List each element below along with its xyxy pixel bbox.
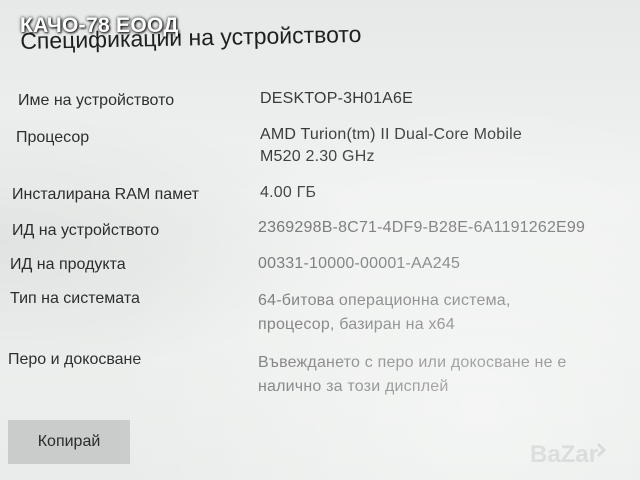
spec-label-system-type: Тип на системата <box>10 290 140 307</box>
spec-value-system-type-line2[interactable]: процесор, базиран на x64 <box>258 314 455 336</box>
spec-label-ram: Инсталирана RAM памет <box>12 186 199 203</box>
spec-value-processor-line2[interactable]: M520 2.30 GHz <box>260 146 375 168</box>
spec-value-ram[interactable]: 4.00 ГБ <box>260 182 316 204</box>
spec-label-processor: Процесор <box>16 129 90 146</box>
spec-value-pen-touch-line1[interactable]: Въвеждането с перо или докосване не е <box>258 352 566 374</box>
spec-label-device-id: ИД на устройството <box>12 222 160 239</box>
specs-table: Име на устройството DESKTOP-3H01A6E Проц… <box>0 0 640 480</box>
bazar-logo-icon: BaZar <box>528 436 632 472</box>
spec-value-device-id[interactable]: 2369298B-8C71-4DF9-B28E-6A1191262E99 <box>258 217 585 239</box>
spec-value-product-id[interactable]: 00331-10000-00001-AA245 <box>258 253 460 275</box>
bazar-logo-mark <box>596 442 607 458</box>
spec-value-pen-touch-line2[interactable]: налично за този дисплей <box>258 376 449 398</box>
spec-value-system-type-line1[interactable]: 64-битова операционна система, <box>258 290 511 312</box>
device-specifications-screen: КАЧО-78 ЕООД Спецификации на устройствот… <box>0 0 640 480</box>
bazar-logo-svg: BaZar <box>530 441 607 468</box>
spec-label-pen-touch: Перо и докосване <box>8 351 142 368</box>
bazar-logo-text: BaZar <box>530 441 598 468</box>
spec-label-product-id: ИД на продукта <box>10 256 126 273</box>
spec-label-device-name: Име на устройството <box>18 92 175 109</box>
copy-button[interactable]: Копирай <box>8 420 130 464</box>
spec-value-device-name[interactable]: DESKTOP-3H01A6E <box>260 88 413 110</box>
spec-value-processor-line1[interactable]: AMD Turion(tm) II Dual-Core Mobile <box>260 124 522 146</box>
seller-watermark: КАЧО-78 ЕООД <box>20 14 179 37</box>
